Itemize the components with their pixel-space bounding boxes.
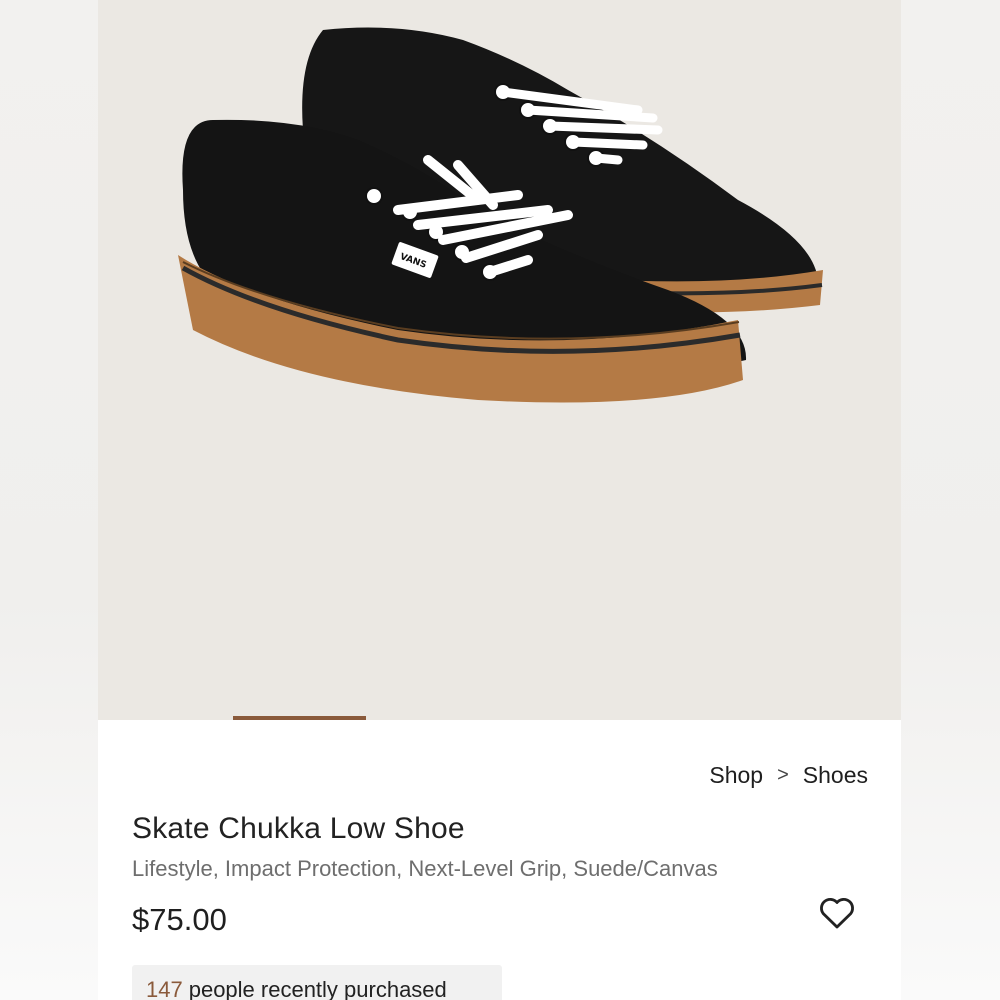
breadcrumb-shop[interactable]: Shop — [709, 762, 763, 789]
recently-purchased-badge: 147 people recently purchased — [132, 965, 502, 1000]
product-title: Skate Chukka Low Shoe — [132, 812, 465, 845]
purchase-text: people recently purchased — [188, 977, 447, 1000]
product-price: $75.00 — [132, 902, 227, 937]
breadcrumb-shoes[interactable]: Shoes — [803, 762, 868, 789]
product-image[interactable]: VANS — [98, 0, 901, 720]
background-blur-right — [901, 0, 1000, 1000]
breadcrumb: Shop > Shoes — [709, 762, 868, 789]
shoe-pair-illustration: VANS — [178, 27, 823, 403]
chevron-right-icon: > — [777, 764, 789, 786]
purchase-count: 147 — [146, 977, 183, 1000]
product-page: VANS Shop > Shoes Skate Chukka Low Shoe … — [98, 0, 901, 1000]
heart-outline-icon[interactable] — [818, 894, 856, 930]
product-features: Lifestyle, Impact Protection, Next-Level… — [132, 856, 718, 881]
background-blur-left — [0, 0, 98, 1000]
product-info: Shop > Shoes Skate Chukka Low Shoe Lifes… — [98, 720, 901, 1000]
